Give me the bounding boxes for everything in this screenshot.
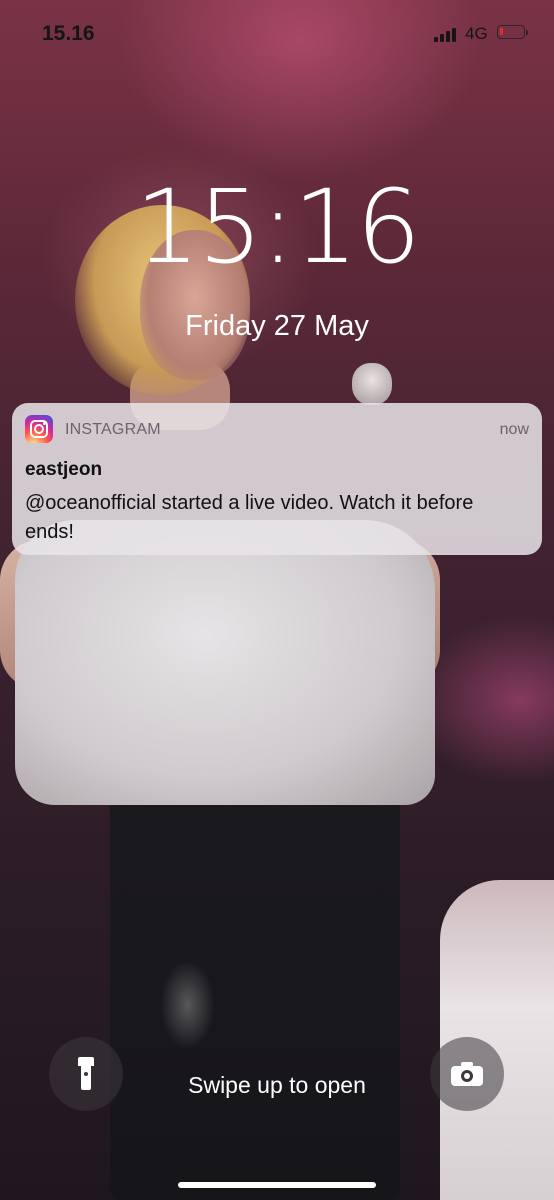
home-indicator[interactable] (178, 1182, 376, 1188)
battery-icon (497, 25, 528, 39)
notification-time: now (499, 421, 529, 438)
status-bar: 15.16 4G (0, 0, 554, 64)
battery-level (500, 28, 503, 35)
notification-body: @oceanofficial started a live video. Wat… (25, 492, 474, 543)
lock-screen: 15.16 4G 15:16 Friday 27 May INSTAGRAM n… (0, 0, 554, 1200)
notification-app-name: INSTAGRAM (65, 421, 161, 438)
camera-icon (451, 1062, 483, 1086)
signal-icon (434, 26, 460, 42)
notification-title: eastjeon (25, 459, 103, 480)
status-time: 15.16 (42, 22, 95, 45)
notification-card[interactable]: INSTAGRAM now eastjeon @oceanofficial st… (12, 403, 542, 555)
instagram-icon (25, 415, 53, 443)
lock-clock: 15:16 (135, 168, 421, 287)
network-type: 4G (465, 24, 488, 43)
camera-button[interactable] (430, 1037, 504, 1111)
lock-date: Friday 27 May (185, 310, 369, 342)
